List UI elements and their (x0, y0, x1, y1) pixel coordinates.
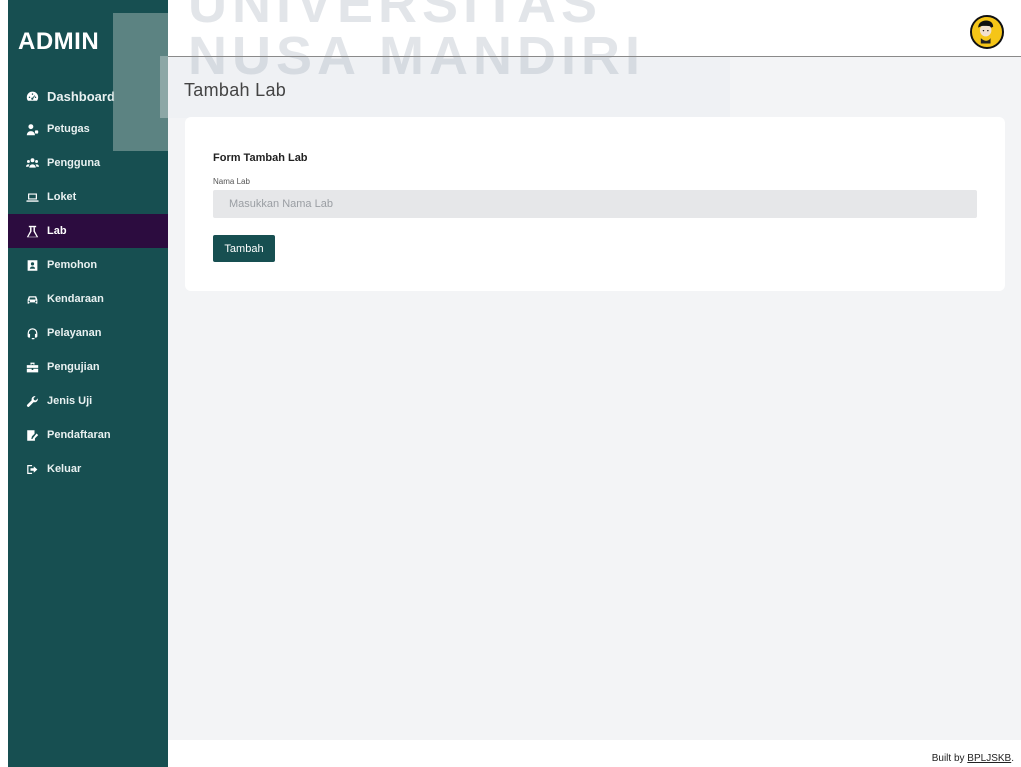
flask-icon (25, 224, 39, 238)
laptop-icon (25, 190, 39, 204)
sidebar-item-lab[interactable]: Lab (8, 214, 168, 248)
headset-icon (25, 326, 39, 340)
sidebar-item-label: Pengguna (47, 157, 101, 169)
app-root: ADMIN Dashboard Petugas Pengguna Loket L… (0, 0, 1021, 767)
users-icon (25, 156, 39, 170)
user-avatar[interactable] (970, 15, 1004, 49)
footer-link[interactable]: BPLJSKB (967, 753, 1011, 764)
sidebar-item-label: Dashboard (47, 88, 115, 104)
footer-suffix: . (1011, 753, 1014, 764)
sidebar-item-label: Loket (47, 191, 77, 203)
sidebar-item-pemohon[interactable]: Pemohon (8, 248, 168, 282)
sidebar-item-label: Pendaftaran (47, 429, 111, 441)
sign-out-icon (25, 462, 39, 476)
sidebar-item-pelayanan[interactable]: Pelayanan (8, 316, 168, 350)
id-card-icon (25, 258, 39, 272)
sidebar-item-label: Keluar (47, 463, 82, 475)
sidebar-item-keluar[interactable]: Keluar (8, 452, 168, 486)
user-tie-icon (25, 122, 39, 136)
toolbox-icon (25, 360, 39, 374)
watermark-block (113, 13, 168, 151)
form-card: Form Tambah Lab Nama Lab Tambah (185, 117, 1005, 291)
sidebar-item-label: Pelayanan (47, 327, 102, 339)
footer-prefix: Built by (931, 753, 968, 764)
wrench-icon (25, 394, 39, 408)
sidebar-item-loket[interactable]: Loket (8, 180, 168, 214)
tambah-button[interactable]: Tambah (213, 235, 275, 262)
form-title: Form Tambah Lab (213, 152, 308, 164)
sidebar-item-label: Petugas (47, 123, 90, 135)
watermark-line-1: UNIVERSITAS (188, 0, 603, 34)
sidebar-item-pendaftaran[interactable]: Pendaftaran (8, 418, 168, 452)
avatar-icon (972, 17, 999, 44)
signature-icon (25, 428, 39, 442)
nama-lab-input[interactable] (213, 190, 977, 218)
sidebar-item-label: Kendaraan (47, 293, 104, 305)
sidebar-item-label: Pengujian (47, 361, 100, 373)
footer: Built by BPLJSKB. (932, 753, 1014, 764)
sidebar-item-label: Lab (47, 225, 67, 237)
sidebar-item-pengujian[interactable]: Pengujian (8, 350, 168, 384)
sidebar-item-kendaraan[interactable]: Kendaraan (8, 282, 168, 316)
brand-title: ADMIN (18, 28, 100, 55)
page-title: Tambah Lab (184, 80, 287, 100)
sidebar-item-label: Jenis Uji (47, 395, 93, 407)
sidebar-item-pengguna[interactable]: Pengguna (8, 146, 168, 180)
sidebar-item-jenis-uji[interactable]: Jenis Uji (8, 384, 168, 418)
car-icon (25, 292, 39, 306)
nama-lab-label: Nama Lab (213, 177, 250, 186)
topbar-divider (168, 56, 1021, 57)
sidebar-item-label: Pemohon (47, 259, 98, 271)
dashboard-icon (25, 89, 39, 103)
